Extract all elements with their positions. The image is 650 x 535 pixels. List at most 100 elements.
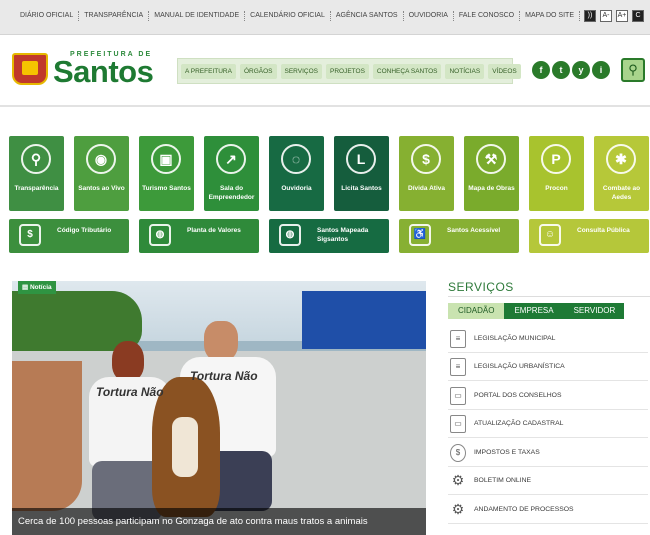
tile-santos-ao-vivo[interactable]: ◉ Santos ao Vivo [74, 136, 129, 211]
tile-label: Santos Mapeada Sigsantos [317, 227, 369, 243]
link-transparencia[interactable]: TRANSPARÊNCIA [79, 11, 150, 21]
instagram-icon[interactable]: i [592, 61, 610, 79]
santos-crest-icon[interactable] [12, 53, 48, 85]
tile-label: Turismo Santos [142, 185, 191, 192]
font-decrease-button[interactable]: A- [600, 10, 612, 22]
mosquito-icon: ✱ [606, 144, 636, 174]
nav-noticias[interactable]: NOTÍCIAS [445, 63, 485, 79]
tile-divida-ativa[interactable]: $ Dívida Ativa [399, 136, 454, 211]
tile-label: Ouvidoria [281, 185, 312, 192]
tab-empresa[interactable]: EMPRESA [504, 303, 563, 319]
services-divider [448, 296, 650, 297]
accessible-icon: ♿ [409, 224, 431, 246]
tile-label: Mapa de Obras [468, 185, 515, 192]
service-label: BOLETIM ONLINE [474, 477, 532, 484]
link-calendario-oficial[interactable]: CALENDÁRIO OFICIAL [245, 11, 331, 21]
contrast-button[interactable]: C [632, 10, 644, 22]
tram-icon: ▣ [151, 144, 181, 174]
money-icon: $ [19, 224, 41, 246]
news-tag: ▤ Notícia [18, 281, 56, 294]
tile-label: Santos ao Vivo [78, 185, 125, 192]
services-tabs: CIDADÃO EMPRESA SERVIDOR [448, 303, 624, 319]
camera-icon: ◉ [86, 144, 116, 174]
tab-servidor[interactable]: SERVIDOR [564, 303, 626, 319]
link-manual-identidade[interactable]: MANUAL DE IDENTIDADE [149, 11, 246, 21]
service-legislacao-municipal[interactable]: ≡ LEGISLAÇÃO MUNICIPAL [448, 325, 648, 353]
tile-label: Código Tributário [57, 227, 112, 234]
tile-combate-aedes[interactable]: ✱ Combate ao Aedes [594, 136, 649, 211]
link-agencia-santos[interactable]: AGÊNCIA SANTOS [331, 11, 404, 21]
link-mapa-do-site[interactable]: MAPA DO SITE [520, 11, 580, 21]
service-portal-conselhos[interactable]: ▭ PORTAL DOS CONSELHOS [448, 382, 648, 410]
gear-icon: ⚙ [451, 472, 465, 488]
link-diario-oficial[interactable]: DIÁRIO OFICIAL [15, 11, 80, 21]
logo-santos-text[interactable]: Santos [53, 54, 154, 90]
document-icon: ▤ [22, 284, 30, 291]
service-andamento-processos[interactable]: ⚙ ANDAMENTO DE PROCESSOS [448, 496, 648, 524]
service-atualizacao-cadastral[interactable]: ▭ ATUALIZAÇÃO CADASTRAL [448, 410, 648, 438]
nav-conheca-santos[interactable]: CONHEÇA SANTOS [372, 63, 442, 79]
coin-icon: $ [450, 444, 466, 462]
link-fale-conosco[interactable]: FALE CONOSCO [454, 11, 521, 21]
tile-consulta-publica[interactable]: ☺ Consulta Pública [529, 219, 649, 253]
search-icon[interactable]: ⚲ [621, 58, 645, 82]
gear-icon: ⚙ [451, 501, 465, 517]
shovel-icon: ⚒ [476, 144, 506, 174]
news-feature[interactable]: Tortura Não Tortura Não ▤ Notícia Cerca … [12, 281, 426, 535]
top-utility-bar: DIÁRIO OFICIAL TRANSPARÊNCIA MANUAL DE I… [0, 0, 650, 35]
tile-planta-de-valores[interactable]: ◍ Planta de Valores [139, 219, 259, 253]
tile-ouvidoria[interactable]: ◌ Ouvidoria [269, 136, 324, 211]
service-label: IMPOSTOS E TAXAS [474, 449, 540, 456]
nav-orgaos[interactable]: ÓRGÃOS [239, 63, 277, 79]
nav-servicos[interactable]: SERVIÇOS [280, 63, 322, 79]
map-globe-icon: ◍ [279, 224, 301, 246]
tile-label: Dívida Ativa [408, 185, 445, 192]
twitter-icon[interactable]: t [552, 61, 570, 79]
nav-a-prefeitura[interactable]: A PREFEITURA [181, 63, 236, 79]
service-label: LEGISLAÇÃO MUNICIPAL [474, 335, 556, 342]
main-navigation: A PREFEITURA ÓRGÃOS SERVIÇOS PROJETOS CO… [177, 58, 521, 84]
tile-turismo-santos[interactable]: ▣ Turismo Santos [139, 136, 194, 211]
services-title: SERVIÇOS [448, 280, 514, 294]
monitor-icon: ▭ [450, 415, 466, 433]
nav-videos[interactable]: VÍDEOS [488, 63, 521, 79]
font-increase-button[interactable]: A+ [616, 10, 628, 22]
site-header: PREFEITURA DE Santos A PREFEITURA ÓRGÃOS… [0, 35, 650, 107]
dollar-icon: $ [411, 144, 441, 174]
document-icon: ≡ [450, 330, 466, 348]
tile-santos-mapeada[interactable]: ◍ Santos Mapeada Sigsantos [269, 219, 389, 253]
news-caption[interactable]: Cerca de 100 pessoas participam no Gonza… [12, 508, 426, 535]
tile-mapa-de-obras[interactable]: ⚒ Mapa de Obras [464, 136, 519, 211]
tile-santos-acessivel[interactable]: ♿ Santos Acessível [399, 219, 519, 253]
link-ouvidoria[interactable]: OUVIDORIA [404, 11, 454, 21]
people-icon: ☺ [539, 224, 561, 246]
globe-icon: ◍ [149, 224, 171, 246]
service-impostos-taxas[interactable]: $ IMPOSTOS E TAXAS [448, 439, 648, 467]
tile-procon[interactable]: P Procon [529, 136, 584, 211]
tab-cidadao[interactable]: CIDADÃO [448, 303, 505, 319]
rss-icon[interactable]: )) [584, 10, 596, 22]
facebook-icon[interactable]: f [532, 61, 550, 79]
service-label: ATUALIZAÇÃO CADASTRAL [474, 420, 564, 427]
tile-label: Combate ao Aedes [602, 185, 641, 201]
youtube-icon[interactable]: y [572, 61, 590, 79]
utility-links: DIÁRIO OFICIAL TRANSPARÊNCIA MANUAL DE I… [15, 10, 644, 22]
nav-projetos[interactable]: PROJETOS [326, 63, 369, 79]
tile-label: Transparência [14, 185, 59, 192]
tile-codigo-tributario[interactable]: $ Código Tributário [9, 219, 129, 253]
tile-licita-santos[interactable]: L Licita Santos [334, 136, 389, 211]
chart-up-icon: ↗ [216, 144, 246, 174]
service-label: ANDAMENTO DE PROCESSOS [474, 506, 574, 513]
service-boletim-online[interactable]: ⚙ BOLETIM ONLINE [448, 467, 648, 495]
tile-label: Sala do Empreendedor [208, 185, 255, 201]
shirt-text: Tortura Não [190, 369, 258, 383]
magnifier-icon: ⚲ [21, 144, 51, 174]
tile-label: Consulta Pública [577, 227, 630, 234]
service-legislacao-urbanistica[interactable]: ≡ LEGISLAÇÃO URBANÍSTICA [448, 353, 648, 381]
procon-icon: P [541, 144, 571, 174]
news-tag-label: Notícia [29, 284, 52, 291]
tile-transparencia[interactable]: ⚲ Transparência [9, 136, 64, 211]
document-icon: ≡ [450, 358, 466, 376]
tile-sala-empreendedor[interactable]: ↗ Sala do Empreendedor [204, 136, 259, 211]
photo-wall [12, 361, 82, 511]
